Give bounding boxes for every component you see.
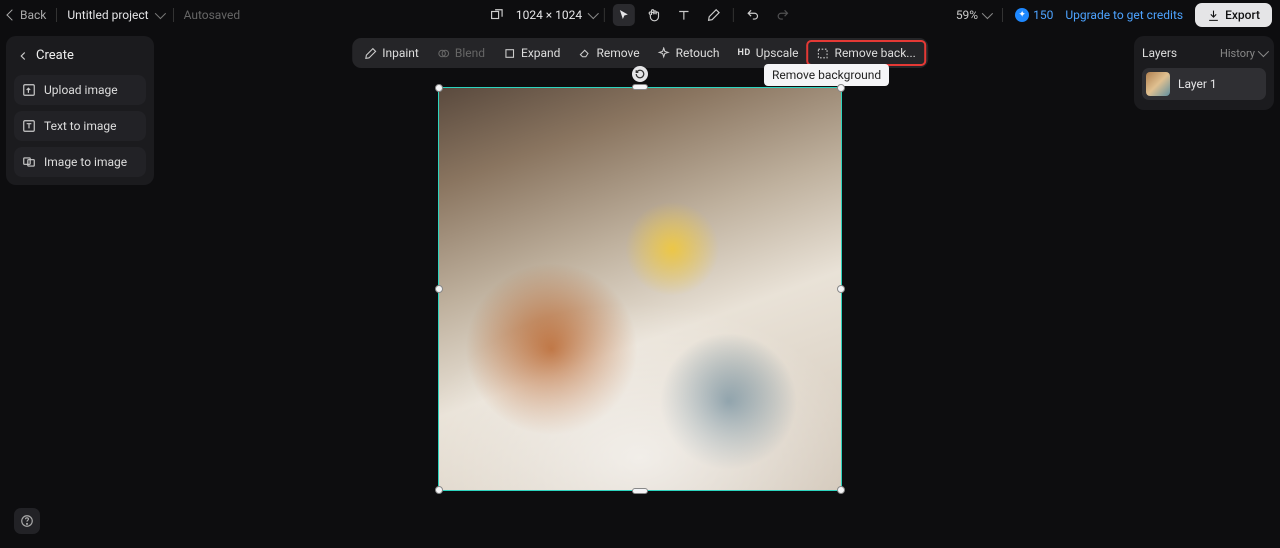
download-icon <box>1207 9 1220 22</box>
zoom-level: 59% <box>956 8 978 22</box>
expand-icon <box>503 47 516 60</box>
blend-icon <box>437 47 450 60</box>
project-name: Untitled project <box>67 8 148 22</box>
help-icon <box>20 514 34 528</box>
autosaved-label: Autosaved <box>184 8 241 22</box>
canvas-size-dropdown[interactable]: 1024 × 1024 <box>516 8 596 22</box>
chevron-down-icon <box>1258 46 1269 57</box>
image-to-image-label: Image to image <box>44 155 127 169</box>
back-label: Back <box>20 8 46 22</box>
redo-icon <box>776 8 790 22</box>
aspect-ratio-button[interactable] <box>486 4 508 26</box>
remove-button[interactable]: Remove <box>569 41 648 65</box>
export-label: Export <box>1225 8 1260 22</box>
undo-icon <box>746 8 760 22</box>
divider <box>733 8 734 22</box>
divider <box>1002 8 1003 22</box>
divider <box>56 8 57 22</box>
upscale-button[interactable]: HD Upscale <box>729 41 808 65</box>
canvas-image-layer[interactable] <box>439 88 841 490</box>
rotate-handle[interactable] <box>632 66 648 82</box>
cursor-tool-button[interactable] <box>613 4 635 26</box>
upgrade-link[interactable]: Upgrade to get credits <box>1065 8 1183 22</box>
remove-label: Remove <box>596 46 639 60</box>
retouch-label: Retouch <box>676 46 720 60</box>
text-tool-button[interactable] <box>673 4 695 26</box>
image-to-image-button[interactable]: Image to image <box>14 147 146 177</box>
upscale-label: Upscale <box>756 46 799 60</box>
chevron-left-icon <box>6 9 17 20</box>
remove-bg-label: Remove back... <box>835 46 916 60</box>
history-label: History <box>1220 47 1255 60</box>
chevron-down-icon <box>982 8 993 19</box>
chevron-down-icon <box>154 8 165 19</box>
project-name-dropdown[interactable]: Untitled project <box>67 8 162 22</box>
blend-label: Blend <box>455 46 485 60</box>
remove-bg-icon <box>817 47 830 60</box>
create-panel-header: Create <box>14 44 146 69</box>
back-button[interactable]: Back <box>8 8 46 22</box>
expand-button[interactable]: Expand <box>494 41 569 65</box>
chevron-down-icon <box>588 8 599 19</box>
hand-tool-button[interactable] <box>643 4 665 26</box>
inpaint-button[interactable]: Inpaint <box>355 41 428 65</box>
inpaint-label: Inpaint <box>382 46 419 60</box>
aspect-icon <box>490 8 504 22</box>
hand-icon <box>647 8 661 22</box>
text-to-image-label: Text to image <box>44 119 117 133</box>
create-title: Create <box>36 48 74 63</box>
divider <box>173 8 174 22</box>
hd-icon: HD <box>738 48 751 58</box>
zoom-dropdown[interactable]: 59% <box>956 8 990 22</box>
history-dropdown[interactable]: History <box>1220 47 1266 60</box>
back-arrow-icon[interactable] <box>16 49 30 63</box>
divider <box>604 8 605 22</box>
image-to-image-icon <box>22 155 36 169</box>
help-button[interactable] <box>14 508 40 534</box>
blend-button[interactable]: Blend <box>428 41 494 65</box>
expand-label: Expand <box>521 46 560 60</box>
upload-image-button[interactable]: Upload image <box>14 75 146 105</box>
eraser-icon <box>578 47 591 60</box>
undo-button[interactable] <box>742 4 764 26</box>
remove-background-tooltip: Remove background <box>764 64 889 86</box>
text-to-image-icon <box>22 119 36 133</box>
layer-thumbnail <box>1146 72 1170 96</box>
top-bar: Back Untitled project Autosaved 1024 × 1… <box>0 0 1280 30</box>
text-to-image-button[interactable]: Text to image <box>14 111 146 141</box>
brush-icon <box>707 8 721 22</box>
canvas-dimensions: 1024 × 1024 <box>516 8 582 22</box>
rotate-icon <box>635 69 645 79</box>
layer-row[interactable]: Layer 1 <box>1142 68 1266 100</box>
redo-button[interactable] <box>772 4 794 26</box>
layer-name: Layer 1 <box>1178 77 1217 91</box>
export-button[interactable]: Export <box>1195 3 1272 27</box>
credits-badge[interactable]: ✦ 150 <box>1015 8 1053 22</box>
layers-panel: Layers History Layer 1 <box>1134 36 1274 110</box>
credits-count: 150 <box>1033 8 1053 22</box>
text-icon <box>677 8 691 22</box>
retouch-button[interactable]: Retouch <box>649 41 729 65</box>
upload-icon <box>22 83 36 97</box>
remove-background-button[interactable]: Remove back... <box>808 41 925 65</box>
inpaint-icon <box>364 47 377 60</box>
cursor-icon <box>618 9 630 21</box>
upload-image-label: Upload image <box>44 83 118 97</box>
brush-tool-button[interactable] <box>703 4 725 26</box>
create-panel: Create Upload image Text to image Image … <box>6 36 154 185</box>
retouch-icon <box>658 47 671 60</box>
credits-icon: ✦ <box>1015 8 1029 22</box>
layers-title: Layers <box>1142 46 1177 60</box>
